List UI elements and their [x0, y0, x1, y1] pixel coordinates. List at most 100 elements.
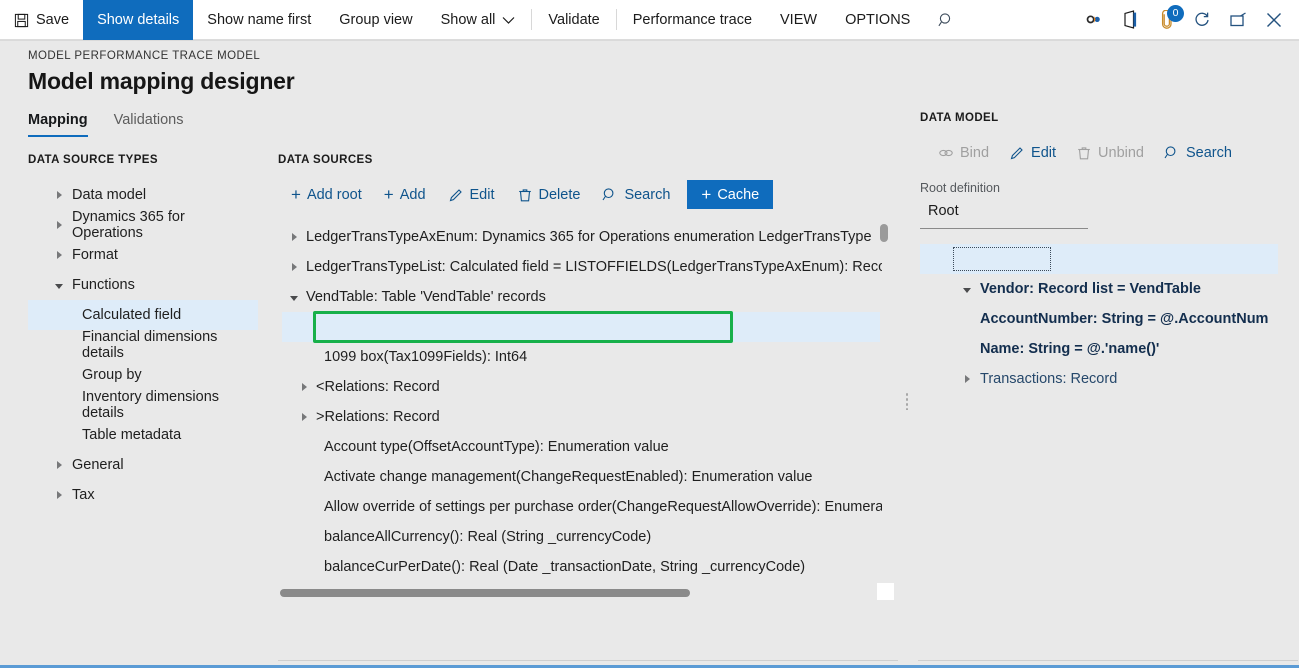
show-all-dropdown[interactable]: Show all: [427, 0, 530, 40]
refresh-icon[interactable]: [1185, 0, 1219, 40]
button-label: Edit: [1031, 145, 1057, 161]
search-button[interactable]: Search: [1154, 141, 1242, 165]
chevron-down-icon[interactable]: [282, 294, 306, 301]
sidebar-item-financial-dimensions-details[interactable]: Financial dimensions details: [28, 329, 258, 361]
add-button[interactable]: + Add: [373, 181, 437, 208]
chevron-right-glyph: [301, 383, 307, 391]
save-button[interactable]: Save: [0, 0, 83, 40]
chevron-right-icon[interactable]: [282, 233, 306, 241]
data-source-row[interactable]: Activate change management(ChangeRequest…: [282, 462, 882, 492]
sidebar-item-functions[interactable]: Functions: [28, 270, 258, 300]
data-model-row-label: Vendor: Record list = VendTable: [980, 281, 1201, 297]
data-source-row[interactable]: balanceCurPerDate(): Real (Date _transac…: [282, 552, 882, 582]
validate-label: Validate: [548, 12, 600, 28]
show-all-label: Show all: [440, 12, 496, 28]
chevron-right-icon[interactable]: [46, 461, 72, 469]
divider: [615, 9, 617, 30]
sidebar-item-tax[interactable]: Tax: [28, 480, 258, 510]
group-view-button[interactable]: Group view: [325, 0, 426, 40]
sidebar-item-label: Format: [72, 247, 118, 263]
edit-button[interactable]: Edit: [437, 182, 506, 208]
data-sources-vscrollbar-thumb[interactable]: [880, 224, 888, 242]
data-source-row[interactable]: Allow override of settings per purchase …: [282, 492, 882, 522]
view-menu[interactable]: VIEW: [766, 0, 831, 40]
toolbar-search-button[interactable]: [924, 0, 969, 40]
sidebar-item-label: Dynamics 365 for Operations: [72, 209, 185, 241]
validate-button[interactable]: Validate: [534, 0, 613, 40]
chevron-right-glyph: [964, 375, 970, 383]
chevron-right-icon[interactable]: [46, 491, 72, 499]
data-sources-hscrollbar-thumb[interactable]: [280, 589, 690, 597]
popout-icon[interactable]: [1221, 0, 1255, 40]
data-source-row[interactable]: >Relations: Record: [282, 402, 882, 432]
search-button[interactable]: Search: [591, 182, 681, 208]
tab-validations[interactable]: Validations: [114, 112, 184, 137]
sidebar-item-label: Functions: [72, 277, 135, 293]
chevron-down-icon[interactable]: [46, 282, 72, 289]
sidebar-item-label: Inventory dimensions details: [82, 389, 220, 421]
data-source-row[interactable]: LedgerTransTypeAxEnum: Dynamics 365 for …: [282, 222, 882, 252]
bottom-divider-right: [918, 660, 1298, 661]
chevron-down-icon[interactable]: [954, 286, 980, 293]
button-label: Search: [1185, 145, 1232, 161]
data-source-row[interactable]: Account type(OffsetAccountType): Enumera…: [282, 432, 882, 462]
data-source-row[interactable]: LedgerTransTypeList: Calculated field = …: [282, 252, 882, 282]
sidebar-item-data-model[interactable]: Data model: [28, 180, 258, 210]
sidebar-item-general[interactable]: General: [28, 450, 258, 480]
save-label: Save: [36, 12, 70, 28]
chevron-down-icon: [502, 16, 515, 25]
chevron-right-icon[interactable]: [292, 383, 316, 391]
sidebar-item-group-by[interactable]: Group by: [28, 360, 258, 390]
root-definition-value[interactable]: Root: [928, 203, 1080, 219]
attachment-icon[interactable]: 0: [1149, 0, 1184, 40]
chevron-down-glyph: [963, 287, 971, 293]
chevron-right-icon[interactable]: [46, 251, 72, 259]
office-app-icon[interactable]: [1113, 0, 1147, 40]
chevron-right-glyph: [56, 221, 62, 229]
data-model-row[interactable]: AccountNumber: String = @.AccountNum: [920, 304, 1290, 334]
sidebar-item-dynamics-365-for-operations[interactable]: Dynamics 365 for Operations: [28, 209, 258, 241]
data-model-row[interactable]: Transactions: Record: [920, 364, 1290, 394]
sidebar-item-label: Tax: [72, 487, 95, 503]
data-source-types-tree: Data model Dynamics 365 for Operations For…: [28, 180, 258, 510]
panel-splitter-handle[interactable]: [905, 392, 909, 410]
chevron-right-icon[interactable]: [282, 263, 306, 271]
chevron-right-icon[interactable]: [46, 221, 72, 229]
add-root-button[interactable]: + Add root: [280, 181, 373, 208]
options-menu[interactable]: OPTIONS: [831, 0, 924, 40]
breadcrumb: MODEL PERFORMANCE TRACE MODEL: [28, 50, 261, 62]
command-bar-right-icons: 0: [1077, 0, 1299, 39]
tab-mapping[interactable]: Mapping: [28, 112, 88, 137]
chevron-right-icon[interactable]: [292, 413, 316, 421]
sidebar-item-label: Group by: [82, 367, 142, 383]
data-model-row[interactable]: Vendor: Record list = VendTable: [920, 274, 1290, 304]
chevron-right-icon[interactable]: [46, 191, 72, 199]
data-source-row[interactable]: <Relations: Record: [282, 372, 882, 402]
show-details-button[interactable]: Show details: [83, 0, 194, 40]
show-name-first-button[interactable]: Show name first: [193, 0, 325, 40]
data-sources-tree[interactable]: LedgerTransTypeAxEnum: Dynamics 365 for …: [282, 222, 882, 582]
data-sources-title: DATA SOURCES: [278, 154, 373, 166]
data-source-row-label: 1099 box(Tax1099Fields): Int64: [324, 349, 528, 365]
data-source-row[interactable]: balanceAllCurrency(): Real (String _curr…: [282, 522, 882, 552]
cache-button[interactable]: + Cache: [687, 180, 774, 209]
sidebar-item-table-metadata[interactable]: Table metadata: [28, 420, 258, 450]
settings-gear-icon[interactable]: [1077, 0, 1111, 40]
delete-button[interactable]: Delete: [506, 182, 592, 208]
performance-trace-button[interactable]: Performance trace: [619, 0, 766, 40]
root-definition-underline: [920, 228, 1088, 229]
edit-button[interactable]: Edit: [999, 141, 1066, 165]
close-icon[interactable]: [1257, 0, 1291, 40]
show-details-label: Show details: [97, 12, 180, 28]
chevron-right-icon[interactable]: [954, 375, 980, 383]
data-model-row[interactable]: Name: String = @.'name()': [920, 334, 1290, 364]
sidebar-item-inventory-dimensions-details[interactable]: Inventory dimensions details: [28, 389, 258, 421]
focus-outline: [953, 247, 1051, 271]
sidebar-item-format[interactable]: Format: [28, 240, 258, 270]
data-source-row[interactable]: 1099 box(Tax1099Fields): Int64: [282, 342, 882, 372]
data-source-row[interactable]: VendTable: Table 'VendTable' records: [282, 282, 882, 312]
chevron-right-glyph: [56, 191, 62, 199]
data-model-title: DATA MODEL: [920, 112, 999, 124]
sidebar-item-calculated-field[interactable]: Calculated field: [28, 300, 258, 330]
